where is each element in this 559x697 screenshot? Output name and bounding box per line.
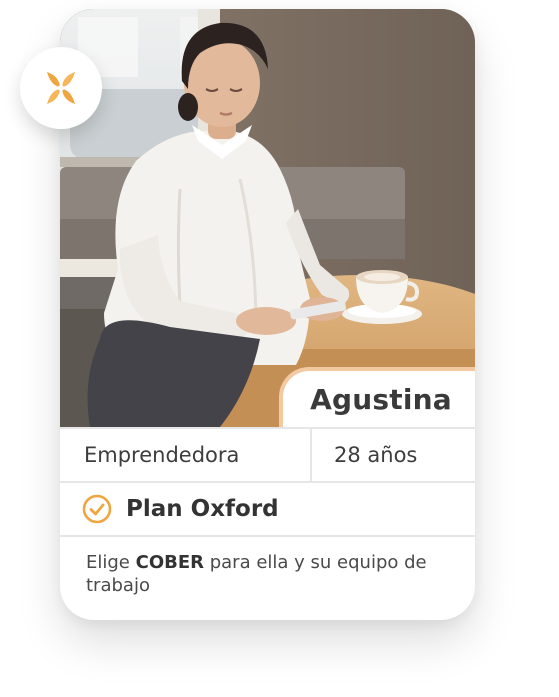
cober-logo-icon xyxy=(47,72,75,104)
plan-label: Plan Oxford xyxy=(126,496,279,522)
age-cell: 28 años xyxy=(312,429,475,481)
profile-photo: Agustina xyxy=(60,9,475,427)
description-brand: COBER xyxy=(135,552,204,573)
profile-name: Agustina xyxy=(310,382,452,416)
description-prefix: Elige xyxy=(86,552,136,573)
name-tab: Agustina xyxy=(279,367,475,427)
description: Elige COBER para ella y su equipo de tra… xyxy=(60,537,475,597)
info-row: Emprendedora 28 años xyxy=(60,427,475,483)
plan-row: Plan Oxford xyxy=(60,483,475,537)
profile-card: Agustina Emprendedora 28 años Plan Oxfor… xyxy=(60,9,475,620)
page: Agustina Emprendedora 28 años Plan Oxfor… xyxy=(0,0,559,697)
age-label: 28 años xyxy=(334,443,418,467)
occupation-cell: Emprendedora xyxy=(60,429,312,481)
occupation-label: Emprendedora xyxy=(84,443,240,467)
check-circle-icon xyxy=(82,494,112,524)
logo-badge xyxy=(20,47,102,129)
